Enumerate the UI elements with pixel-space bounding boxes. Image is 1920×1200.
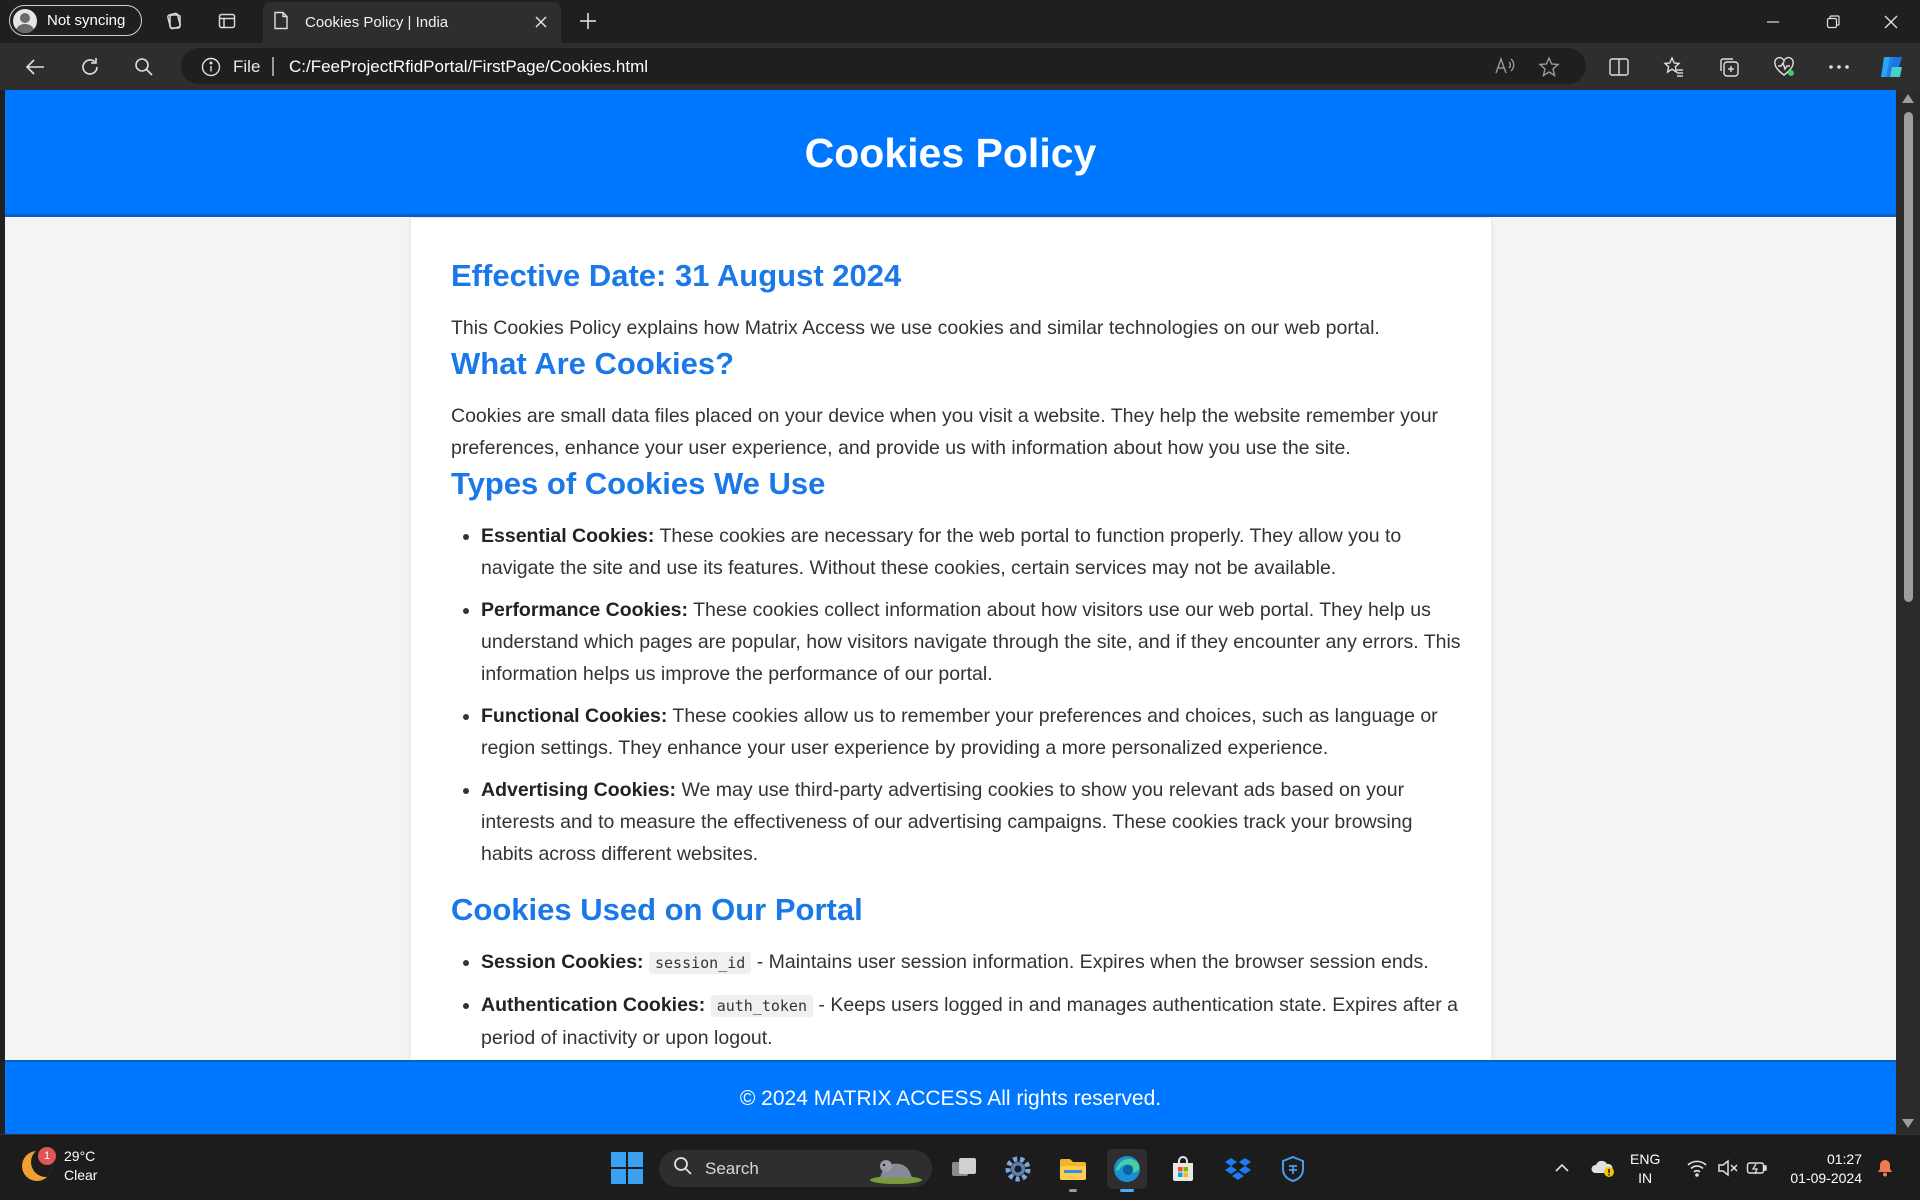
address-separator xyxy=(272,57,274,76)
address-bar[interactable]: File C:/FeeProjectRfidPortal/FirstPage/C… xyxy=(181,48,1586,84)
footer-copyright: © 2024 MATRIX ACCESS All rights reserved… xyxy=(739,1087,1162,1110)
battery-charging-icon[interactable] xyxy=(1746,1135,1768,1200)
cookie-name-code: session_id xyxy=(648,952,752,974)
policy-content-card: Effective Date: 31 August 2024 This Cook… xyxy=(411,218,1491,1134)
vertical-tabs-icon[interactable] xyxy=(213,8,241,34)
volume-muted-icon[interactable] xyxy=(1717,1135,1739,1200)
site-info-icon[interactable] xyxy=(201,57,221,82)
list-item-title: Functional Cookies: xyxy=(481,705,668,727)
clock-time: 01:27 xyxy=(1826,1151,1862,1167)
effective-date-heading: Effective Date: 31 August 2024 xyxy=(451,258,902,293)
address-scheme-label: File xyxy=(233,57,261,76)
microsoft-store-icon[interactable] xyxy=(1163,1149,1203,1189)
dropbox-icon[interactable] xyxy=(1218,1149,1258,1189)
browser-essentials-icon[interactable] xyxy=(1769,53,1799,81)
tab-cookies-policy[interactable]: Cookies Policy | India xyxy=(263,2,561,43)
close-tab-icon[interactable] xyxy=(531,12,551,36)
search-label: Search xyxy=(705,1158,759,1178)
weather-widget[interactable]: 1 29°C Clear xyxy=(22,1147,97,1185)
cookies-used-heading: Cookies Used on Our Portal xyxy=(451,892,863,927)
input-language-indicator[interactable]: ENG IN xyxy=(1630,1150,1660,1188)
running-indicator xyxy=(1069,1189,1077,1192)
region-code: IN xyxy=(1638,1170,1653,1186)
cookies-used-list: Session Cookies: session_id - Maintains … xyxy=(451,946,1461,1054)
page-viewport: Cookies Policy Effective Date: 31 August… xyxy=(5,90,1896,1134)
back-icon[interactable] xyxy=(20,53,50,81)
split-screen-icon[interactable] xyxy=(1604,53,1634,81)
what-are-cookies-heading: What Are Cookies? xyxy=(451,346,735,381)
list-item: Essential Cookies: These cookies are nec… xyxy=(481,520,1461,584)
types-of-cookies-heading: Types of Cookies We Use xyxy=(451,466,826,501)
list-item-title: Authentication Cookies: xyxy=(481,994,706,1016)
page-footer: © 2024 MATRIX ACCESS All rights reserved… xyxy=(5,1060,1896,1134)
scrollbar-thumb[interactable] xyxy=(1904,112,1913,602)
close-window-icon[interactable] xyxy=(1863,0,1919,43)
url-text[interactable]: C:/FeeProjectRfidPortal/FirstPage/Cookie… xyxy=(289,57,648,77)
weather-temperature: 29°C xyxy=(64,1148,96,1164)
favorite-star-icon[interactable] xyxy=(1538,56,1560,83)
start-button-windows-icon[interactable] xyxy=(611,1152,643,1184)
restore-icon[interactable] xyxy=(1805,0,1861,43)
address-toolbar: File C:/FeeProjectRfidPortal/FirstPage/C… xyxy=(0,43,1920,90)
wifi-icon[interactable] xyxy=(1686,1135,1708,1200)
edge-browser-icon[interactable] xyxy=(1107,1149,1147,1192)
active-indicator xyxy=(1120,1189,1134,1192)
list-item-text: - Maintains user session information. Ex… xyxy=(751,951,1429,973)
windows-taskbar: 1 29°C Clear Search ENG IN 01:27 01-09-2… xyxy=(0,1134,1920,1200)
show-hidden-icons-chevron-up-icon[interactable] xyxy=(1554,1135,1570,1200)
what-are-cookies-paragraph: Cookies are small data files placed on y… xyxy=(451,405,1439,459)
document-icon xyxy=(273,11,289,34)
list-item: Session Cookies: session_id - Maintains … xyxy=(481,946,1461,979)
refresh-icon[interactable] xyxy=(75,53,105,81)
read-aloud-icon[interactable] xyxy=(1494,56,1516,81)
page-scrollbar[interactable] xyxy=(1896,90,1920,1134)
profile-avatar-icon xyxy=(13,8,37,33)
notification-bell-icon[interactable] xyxy=(1876,1135,1894,1200)
search-icon xyxy=(673,1156,693,1181)
list-item-title: Session Cookies: xyxy=(481,951,644,973)
list-item-title: Performance Cookies: xyxy=(481,599,688,621)
list-item-title: Essential Cookies: xyxy=(481,525,655,547)
system-clock[interactable]: 01:27 01-09-2024 xyxy=(1786,1150,1862,1188)
language-code: ENG xyxy=(1630,1151,1661,1167)
new-tab-icon[interactable] xyxy=(574,8,602,34)
onedrive-warning-icon[interactable] xyxy=(1590,1135,1616,1200)
weather-condition: Clear xyxy=(64,1167,98,1183)
cookie-types-list: Essential Cookies: These cookies are nec… xyxy=(451,520,1461,870)
list-item: Performance Cookies: These cookies colle… xyxy=(481,594,1461,690)
cookie-name-code: auth_token xyxy=(710,995,813,1017)
clock-date: 01-09-2024 xyxy=(1790,1170,1862,1186)
list-item: Advertising Cookies: We may use third-pa… xyxy=(481,774,1461,870)
more-options-icon[interactable] xyxy=(1824,53,1854,81)
search-icon[interactable] xyxy=(129,53,159,81)
weather-badge: 1 xyxy=(38,1147,56,1165)
minimize-icon[interactable] xyxy=(1745,0,1801,43)
task-view-icon[interactable] xyxy=(944,1149,984,1189)
intro-paragraph: This Cookies Policy explains how Matrix … xyxy=(451,317,1380,339)
settings-gear-icon[interactable] xyxy=(998,1149,1038,1189)
list-item-title: Advertising Cookies: xyxy=(481,779,677,801)
list-item: Authentication Cookies: auth_token - Kee… xyxy=(481,989,1461,1054)
taskbar-search[interactable]: Search xyxy=(659,1150,932,1187)
browser-tab-bar: Not syncing Cookies Policy | India xyxy=(0,0,1920,43)
list-item: Functional Cookies: These cookies allow … xyxy=(481,700,1461,764)
scroll-up-icon[interactable] xyxy=(1902,94,1914,103)
page-title: Cookies Policy xyxy=(804,130,1097,176)
defender-shield-icon[interactable] xyxy=(1273,1149,1313,1189)
page-header: Cookies Policy xyxy=(5,90,1896,217)
file-explorer-icon[interactable] xyxy=(1053,1149,1093,1192)
tab-title: Cookies Policy | India xyxy=(305,14,449,31)
search-highlight-icon xyxy=(866,1154,924,1189)
favorites-icon[interactable] xyxy=(1659,53,1689,81)
workspaces-icon[interactable] xyxy=(160,8,188,34)
collections-icon[interactable] xyxy=(1714,53,1744,81)
profile-label: Not syncing xyxy=(47,12,126,29)
copilot-icon[interactable] xyxy=(1877,53,1907,81)
profile-button[interactable]: Not syncing xyxy=(9,5,142,36)
scroll-down-icon[interactable] xyxy=(1902,1119,1914,1128)
